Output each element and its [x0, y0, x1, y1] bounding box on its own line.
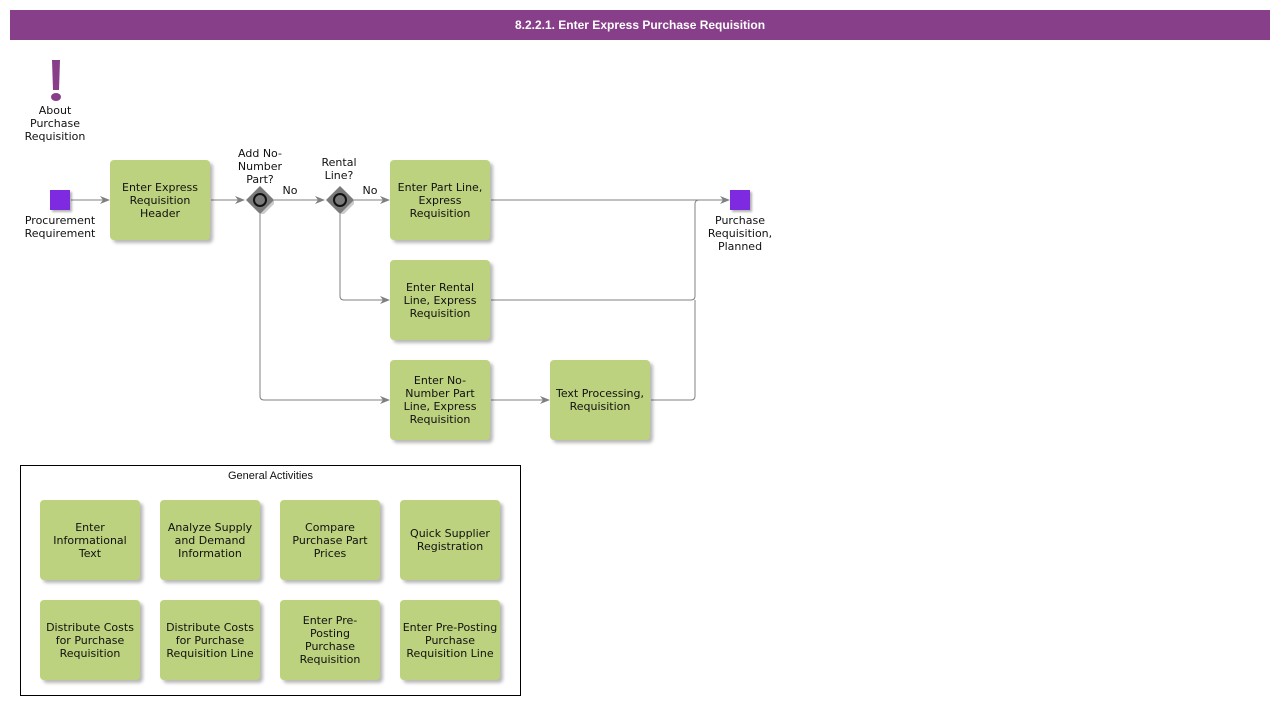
gateway-2-no-label: No: [362, 184, 378, 197]
task-label: Text Processing, Requisition: [556, 387, 644, 413]
activity-label: Distribute Costs for Purchase Requisitio…: [166, 620, 254, 660]
flow-gw1-to-nonumber: [259, 214, 390, 404]
flow-gw2-to-rental: [339, 214, 390, 304]
gateway-rental-line[interactable]: [326, 186, 354, 214]
activity-compare-purchase-part-prices[interactable]: Compare Purchase Part Prices: [280, 500, 380, 580]
activity-distribute-costs-requisition-line[interactable]: Distribute Costs for Purchase Requisitio…: [160, 600, 260, 680]
activity-label: Enter Informational Text: [53, 520, 127, 560]
task-enter-part-line[interactable]: Enter Part Line, Express Requisition: [390, 160, 490, 240]
start-event[interactable]: [50, 190, 70, 210]
flow-rental-to-end: [491, 199, 700, 301]
task-text-processing[interactable]: Text Processing, Requisition: [550, 360, 650, 440]
gateway-2-label: Rental Line?: [321, 156, 357, 182]
activity-enter-informational-text[interactable]: Enter Informational Text: [40, 500, 140, 580]
task-label: Enter Express Requisition Header: [122, 180, 198, 220]
activity-analyze-supply-demand[interactable]: Analyze Supply and Demand Information: [160, 500, 260, 580]
task-label: Enter Rental Line, Express Requisition: [403, 280, 477, 320]
end-event-label: Purchase Requisition, Planned: [707, 214, 773, 253]
activity-label: Quick Supplier Registration: [410, 527, 490, 553]
task-label: Enter No-Number Part Line, Express Requi…: [403, 374, 477, 426]
activity-enter-pre-posting-requisition-line[interactable]: Enter Pre-Posting Purchase Requisition L…: [400, 600, 500, 680]
flow-textproc-to-end: [651, 300, 696, 401]
activity-label: Analyze Supply and Demand Information: [167, 520, 253, 560]
activity-label: Enter Pre-Posting Purchase Requisition L…: [402, 620, 498, 660]
activity-enter-pre-posting-requisition[interactable]: Enter Pre-Posting Purchase Requisition: [280, 600, 380, 680]
gateway-add-no-number-part[interactable]: [246, 186, 274, 214]
activity-quick-supplier-registration[interactable]: Quick Supplier Registration: [400, 500, 500, 580]
task-enter-express-requisition-header[interactable]: Enter Express Requisition Header: [110, 160, 210, 240]
task-enter-rental-line[interactable]: Enter Rental Line, Express Requisition: [390, 260, 490, 340]
end-event[interactable]: [730, 190, 750, 210]
gateway-1-label: Add No-Number Part?: [237, 147, 283, 186]
general-activities-title: General Activities: [228, 470, 313, 482]
activity-distribute-costs-requisition[interactable]: Distribute Costs for Purchase Requisitio…: [40, 600, 140, 680]
task-label: Enter Part Line, Express Requisition: [397, 180, 483, 220]
task-enter-no-number-part-line[interactable]: Enter No-Number Part Line, Express Requi…: [390, 360, 490, 440]
activity-label: Distribute Costs for Purchase Requisitio…: [46, 620, 134, 660]
start-event-label: Procurement Requirement: [24, 214, 96, 240]
activity-label: Enter Pre-Posting Purchase Requisition: [299, 614, 361, 666]
gateway-1-no-label: No: [282, 184, 298, 197]
activity-label: Compare Purchase Part Prices: [292, 520, 368, 560]
